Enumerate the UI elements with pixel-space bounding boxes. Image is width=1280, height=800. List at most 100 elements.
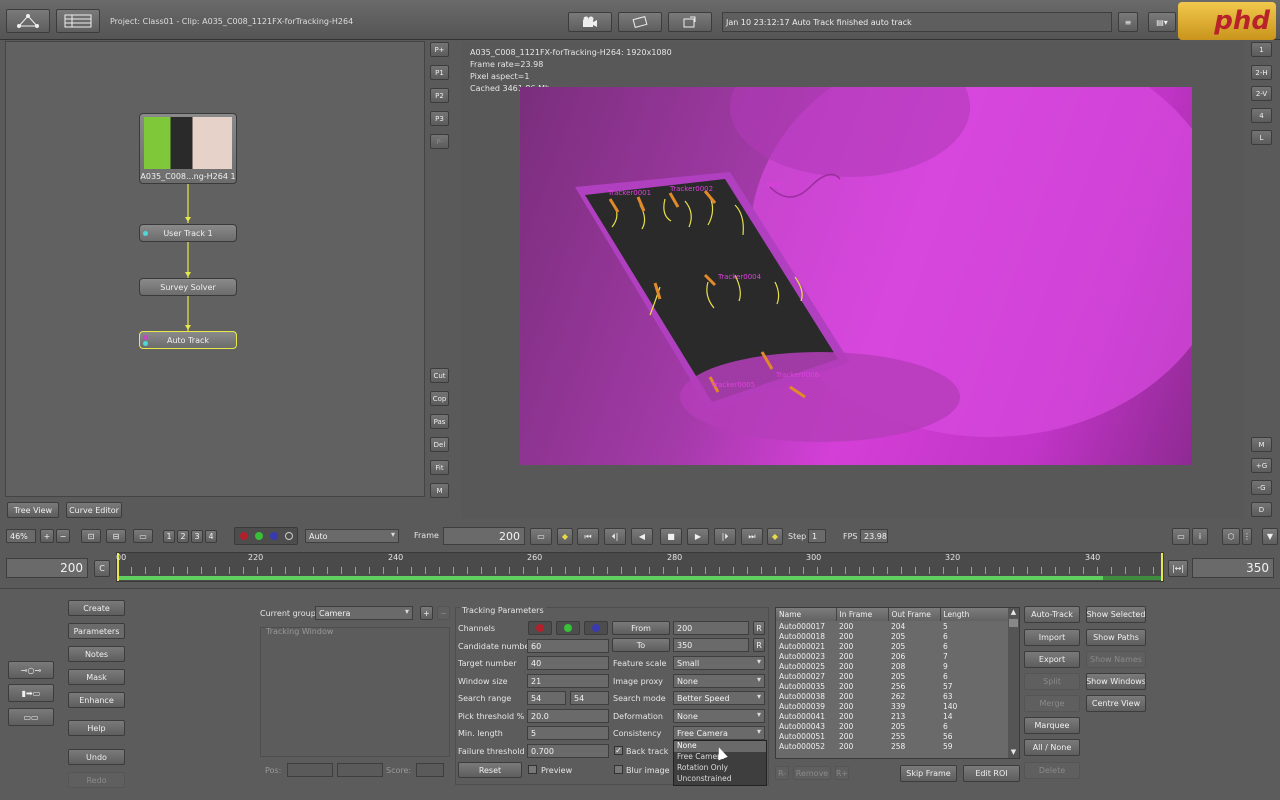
view-m-button[interactable]: M <box>1251 437 1272 452</box>
play-forward-button[interactable]: ▶ <box>687 528 709 545</box>
back-track-checkbox[interactable]: ✓ <box>614 746 623 755</box>
view-minus-g-button[interactable]: -G <box>1251 480 1272 495</box>
table-row[interactable]: Auto000021 200 205 6 <box>776 641 1009 651</box>
col-header-in-frame[interactable]: In Frame <box>836 608 889 621</box>
from-button[interactable]: From <box>612 621 670 635</box>
table-row[interactable]: Auto000041 200 213 14 <box>776 711 1009 721</box>
camera-icon[interactable] <box>568 12 612 32</box>
split-button[interactable]: Split <box>1024 673 1080 690</box>
timeline-c-button[interactable]: C <box>94 560 110 577</box>
tracker-list-scrollbar[interactable]: ▲ ▼ <box>1008 608 1019 758</box>
table-row[interactable]: Auto000051 200 255 56 <box>776 731 1009 741</box>
edit-roi-button[interactable]: Edit ROI <box>963 765 1020 782</box>
timeline-bar[interactable] <box>116 552 1164 582</box>
blue-channel-icon[interactable] <box>270 532 278 540</box>
button-copy[interactable]: Cop <box>430 391 449 406</box>
log-icon[interactable]: ≡ <box>1118 12 1138 32</box>
to-button[interactable]: To <box>612 638 670 652</box>
col-header-out-frame[interactable]: Out Frame <box>888 608 941 621</box>
r-plus-button[interactable]: R+ <box>835 766 849 780</box>
zoom-out-button[interactable]: − <box>56 529 70 543</box>
timeline-range-icon[interactable]: |↔| <box>1168 560 1188 577</box>
key-prev-icon[interactable]: ◆ <box>557 528 573 545</box>
consistency-select[interactable]: Free Camera <box>673 726 765 740</box>
table-row[interactable]: Auto000039 200 339 140 <box>776 701 1009 711</box>
skip-frame-button[interactable]: Skip Frame <box>900 765 957 782</box>
channel-blue-toggle[interactable] <box>584 621 608 635</box>
button-p3[interactable]: P3 <box>430 111 449 126</box>
view-1-button[interactable]: 1 <box>1251 42 1272 57</box>
candidate-number-field[interactable]: 60 <box>527 639 609 653</box>
view-4-button[interactable]: 4 <box>1251 108 1272 123</box>
tracker-move-icon[interactable]: ▮➡▭ <box>8 684 54 702</box>
blur-image-checkbox[interactable] <box>614 765 623 774</box>
enhance-button[interactable]: Enhance <box>68 692 125 708</box>
table-row[interactable]: Auto000043 200 205 6 <box>776 721 1009 731</box>
table-row[interactable]: Auto000035 200 256 57 <box>776 681 1009 691</box>
import-button[interactable]: Import <box>1024 629 1080 646</box>
image-proxy-select[interactable]: None <box>673 674 765 688</box>
undo-button[interactable]: Undo <box>68 749 125 765</box>
tracker-tool-icon[interactable]: ⊸○⊸ <box>8 661 54 679</box>
fit-view-icon[interactable]: ⊡ <box>81 529 101 543</box>
tab-tree-view[interactable]: Tree View <box>7 502 59 518</box>
min-length-field[interactable]: 5 <box>527 726 609 740</box>
export-button[interactable]: Export <box>1024 651 1080 668</box>
step-forward-button[interactable]: |⏵ <box>714 528 736 545</box>
zoom-2-button[interactable]: 2 <box>177 530 189 543</box>
tracker-list[interactable]: Name In Frame Out Frame Length Auto00001… <box>775 607 1020 759</box>
info-icon[interactable]: i <box>1192 528 1208 545</box>
all-none-button[interactable]: All / None <box>1024 739 1080 756</box>
view-2v-button[interactable]: 2-V <box>1251 86 1272 101</box>
scroll-up-icon[interactable]: ▲ <box>1008 608 1019 618</box>
video-frame[interactable]: Tracker0001 Tracker0002 ...003 Tracker00… <box>520 87 1192 465</box>
show-paths-button[interactable]: Show Paths <box>1086 629 1146 646</box>
button-delete-node[interactable]: Del <box>430 437 449 452</box>
to-r-button[interactable]: R <box>753 638 765 652</box>
layout-icon[interactable]: ▤▾ <box>1148 12 1176 32</box>
window-size-field[interactable]: 21 <box>527 674 609 688</box>
clip-icon[interactable] <box>618 12 662 32</box>
display-mode-select[interactable]: Auto <box>305 529 399 543</box>
show-names-button[interactable]: Show Names <box>1086 651 1146 668</box>
collapse-icon[interactable]: ▼ <box>1262 528 1278 545</box>
red-channel-icon[interactable] <box>240 532 248 540</box>
timeline-end-field[interactable]: 350 <box>1192 558 1274 578</box>
node-survey-solver[interactable]: Survey Solver <box>139 278 237 296</box>
create-button[interactable]: Create <box>68 600 125 616</box>
node-auto-track[interactable]: Auto Track <box>139 331 237 349</box>
view-d-button[interactable]: D <box>1251 502 1272 517</box>
merge-button[interactable]: Merge <box>1024 695 1080 712</box>
from-r-button[interactable]: R <box>753 621 765 635</box>
tab-curve-editor[interactable]: Curve Editor <box>66 502 122 518</box>
table-row[interactable]: Auto000027 200 205 6 <box>776 671 1009 681</box>
safe-area-icon[interactable]: ▭ <box>1172 528 1190 545</box>
stop-button[interactable]: ■ <box>660 528 682 545</box>
pick-threshold-field[interactable]: 20.0 <box>527 709 609 723</box>
zoom-in-button[interactable]: + <box>40 529 54 543</box>
failure-threshold-field[interactable]: 0.700 <box>527 744 609 758</box>
button-m-node[interactable]: M <box>430 483 449 498</box>
reset-button[interactable]: Reset <box>458 762 522 778</box>
button-fit[interactable]: Fit <box>430 460 449 475</box>
notes-button[interactable]: Notes <box>68 646 125 662</box>
display-icon[interactable]: ▭ <box>530 528 552 545</box>
table-row[interactable]: Auto000023 200 206 7 <box>776 651 1009 661</box>
show-windows-button[interactable]: Show Windows <box>1086 673 1146 690</box>
channel-red-toggle[interactable] <box>528 621 552 635</box>
key-next-icon[interactable]: ◆ <box>767 528 783 545</box>
alpha-channel-icon[interactable] <box>285 532 293 540</box>
green-channel-icon[interactable] <box>255 532 263 540</box>
button-paste[interactable]: Pas <box>430 414 449 429</box>
3d-view-icon[interactable]: ⬡ <box>1222 528 1240 545</box>
table-row[interactable]: Auto000018 200 205 6 <box>776 631 1009 641</box>
fpu-icon[interactable]: ▭▭ <box>8 708 54 726</box>
step-input[interactable]: 1 <box>808 529 826 543</box>
go-end-button[interactable]: ⏭ <box>741 528 763 545</box>
preview-checkbox[interactable] <box>528 765 537 774</box>
table-row[interactable]: Auto000052 200 258 59 <box>776 741 1009 751</box>
scroll-down-icon[interactable]: ▼ <box>1008 748 1019 758</box>
feature-scale-select[interactable]: Small <box>673 656 765 670</box>
timeline-end-marker[interactable] <box>1161 553 1163 581</box>
step-back-button[interactable]: ⏴| <box>604 528 626 545</box>
